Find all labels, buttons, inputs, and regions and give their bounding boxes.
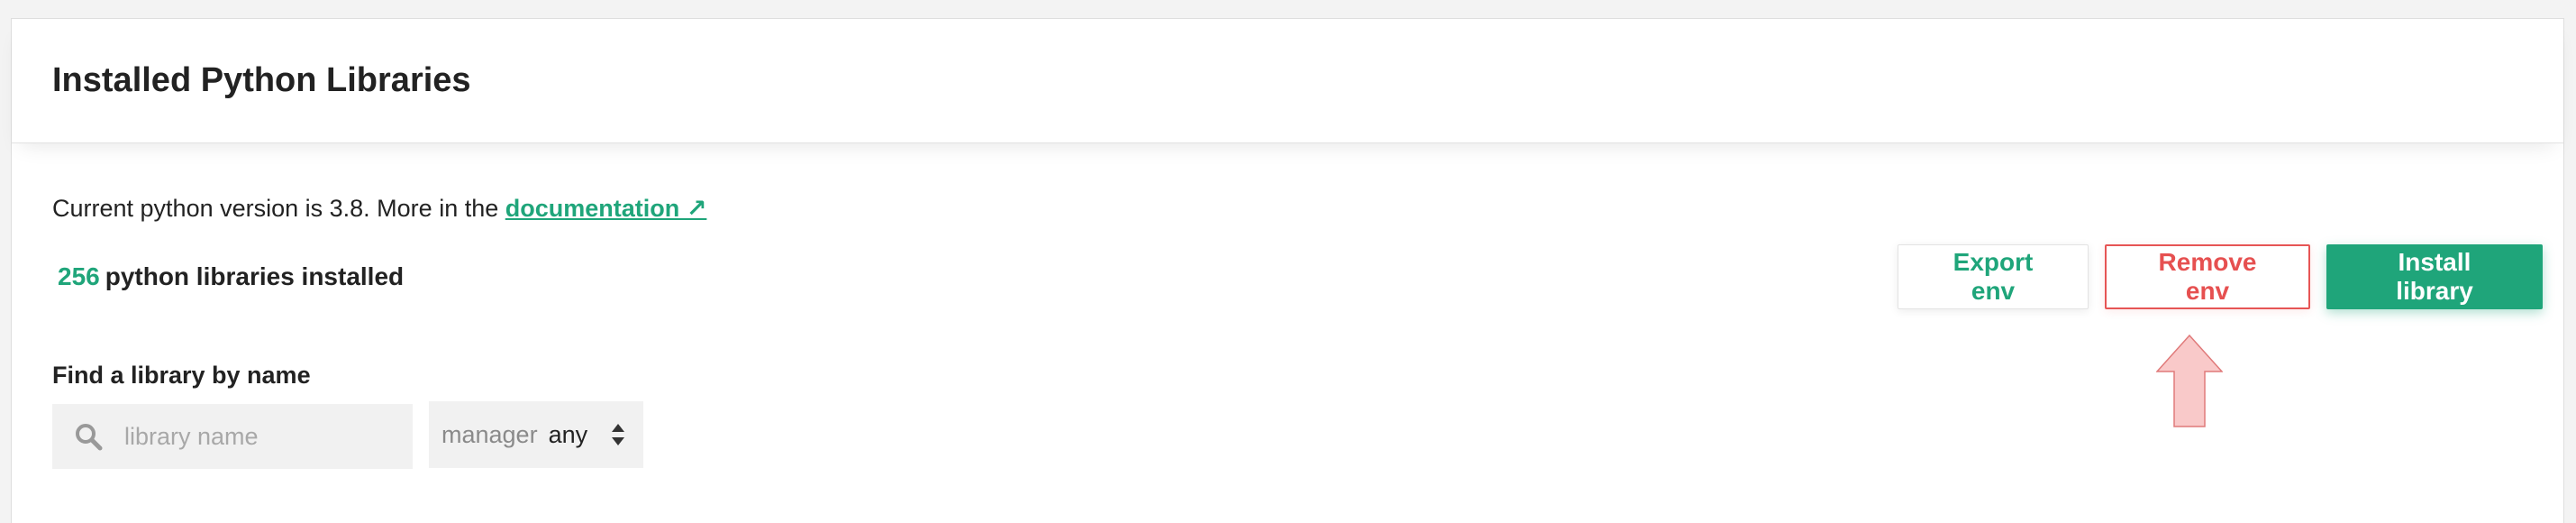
- python-version-info: Current python version is 3.8. More in t…: [52, 195, 706, 223]
- install-library-button[interactable]: Install library: [2326, 244, 2543, 309]
- manager-value: any: [548, 420, 588, 448]
- libraries-panel: Installed Python Libraries Current pytho…: [11, 18, 2564, 523]
- page-title: Installed Python Libraries: [52, 61, 471, 99]
- remove-env-button[interactable]: Remove env: [2105, 244, 2310, 309]
- export-env-button[interactable]: Export env: [1898, 244, 2089, 309]
- manager-label: manager: [441, 420, 538, 448]
- library-search-input[interactable]: [123, 421, 393, 452]
- find-library-label: Find a library by name: [52, 362, 311, 389]
- arrow-up-icon: [2156, 335, 2223, 427]
- installed-count: 256 python libraries installed: [58, 262, 404, 291]
- panel-header: Installed Python Libraries: [12, 19, 2563, 143]
- search-icon: [76, 424, 103, 451]
- version-text: Current python version is 3.8. More in t…: [52, 195, 505, 222]
- sort-arrows-icon: [612, 424, 624, 445]
- env-actions: Export env Remove env Install library: [1898, 244, 2543, 309]
- installed-count-text: python libraries installed: [105, 262, 405, 290]
- search-box[interactable]: [52, 404, 413, 469]
- documentation-link[interactable]: documentation ↗: [505, 195, 707, 222]
- installed-count-number: 256: [58, 262, 100, 290]
- manager-select[interactable]: manager any: [429, 401, 643, 468]
